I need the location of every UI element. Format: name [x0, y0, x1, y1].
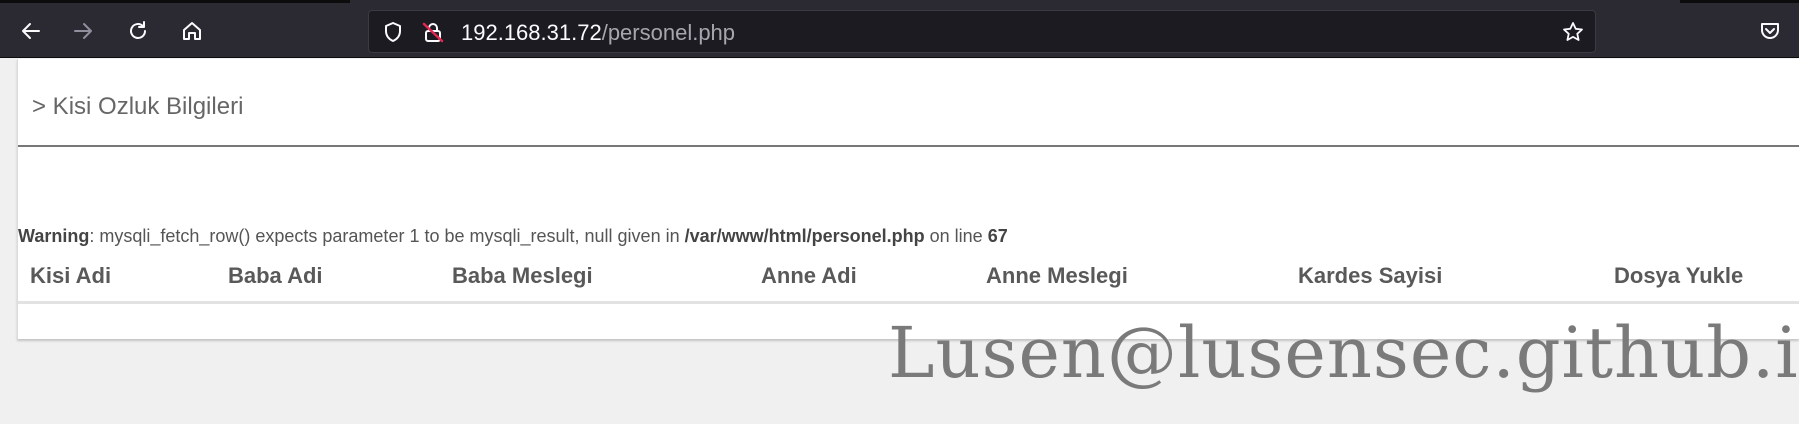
warning-text-2: on line	[924, 226, 988, 246]
warning-text: : mysqli_fetch_row() expects parameter 1…	[89, 226, 685, 246]
page-title: > Kisi Ozluk Bilgileri	[32, 93, 244, 120]
home-button[interactable]	[174, 13, 210, 49]
back-button[interactable]	[13, 13, 49, 49]
column-header-anne-adi: Anne Adi	[761, 263, 857, 288]
address-bar[interactable]: 192.168.31.72/personel.php	[368, 10, 1596, 53]
insecure-lock-icon[interactable]	[421, 20, 445, 44]
url-text[interactable]: 192.168.31.72/personel.php	[461, 21, 735, 45]
card-header: > Kisi Ozluk Bilgileri	[18, 59, 1799, 147]
warning-line: 67	[987, 226, 1008, 246]
column-header-anne-meslegi: Anne Meslegi	[986, 263, 1128, 288]
url-path: /personel.php	[601, 20, 736, 45]
content-card: > Kisi Ozluk Bilgileri Warning: mysqli_f…	[17, 59, 1799, 339]
watermark-text: Lusen@lusensec.github.io	[888, 312, 1799, 394]
browser-toolbar: 192.168.31.72/personel.php	[0, 3, 1799, 58]
column-header-dosya-yukle: Dosya Yukle	[1614, 263, 1744, 288]
column-header-kisi-adi: Kisi Adi	[30, 263, 112, 288]
column-header-baba-adi: Baba Adi	[228, 263, 323, 288]
url-host: 192.168.31.72	[461, 20, 602, 45]
home-icon	[183, 22, 201, 40]
column-header-baba-meslegi: Baba Meslegi	[452, 263, 593, 288]
warning-label: Warning	[18, 226, 90, 246]
reload-icon	[130, 21, 146, 39]
page-content: > Kisi Ozluk Bilgileri Warning: mysqli_f…	[0, 59, 1799, 424]
column-header-kardes-sayisi: Kardes Sayisi	[1298, 263, 1443, 288]
back-arrow-icon	[22, 23, 40, 39]
forward-button[interactable]	[65, 13, 101, 49]
reload-button[interactable]	[120, 13, 156, 49]
table-header-row: Kisi Adi Baba Adi Baba Meslegi Anne Adi …	[18, 256, 1799, 304]
pocket-icon	[1761, 23, 1779, 39]
shield-icon[interactable]	[381, 20, 405, 44]
php-warning: Warning: mysqli_fetch_row() expects para…	[18, 226, 1008, 247]
bookmark-star-icon[interactable]	[1561, 20, 1585, 44]
forward-arrow-icon	[74, 23, 92, 39]
warning-path: /var/www/html/personel.php	[684, 226, 925, 246]
pocket-button[interactable]	[1752, 13, 1788, 49]
